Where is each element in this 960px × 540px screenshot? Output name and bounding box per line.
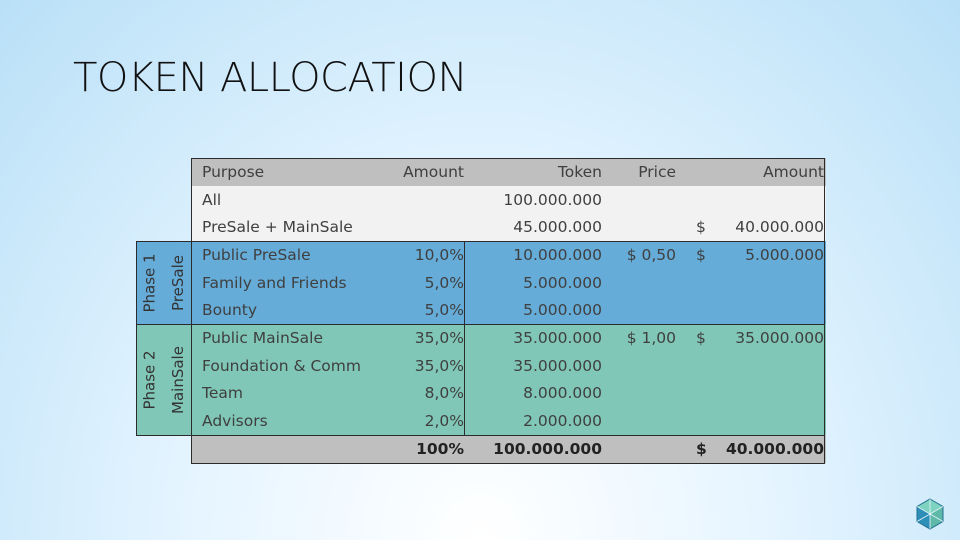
row-purpose: All bbox=[192, 185, 362, 214]
row-price bbox=[604, 351, 684, 380]
row-amount: $5.000.000 bbox=[684, 241, 826, 269]
phase1-sale-label: PreSale bbox=[164, 241, 192, 325]
row-price bbox=[604, 185, 684, 214]
row-token: 35.000.000 bbox=[466, 324, 604, 352]
header-purpose: Purpose bbox=[192, 158, 362, 186]
row-spacer bbox=[136, 213, 192, 241]
phase1-label: Phase 1 bbox=[136, 241, 164, 325]
row-percent: 10,0% bbox=[362, 241, 466, 269]
row-purpose: Foundation & Community bbox=[192, 351, 362, 380]
row-price: $ 1,00 bbox=[604, 324, 684, 352]
header-price: Price bbox=[604, 158, 684, 186]
currency-symbol: $ bbox=[696, 328, 706, 347]
row-amount bbox=[684, 379, 826, 408]
row-percent bbox=[362, 213, 466, 242]
header-amount: Amount bbox=[684, 158, 826, 186]
row-price bbox=[604, 268, 684, 297]
row-purpose: Family and Friends bbox=[192, 268, 362, 297]
row-price bbox=[604, 379, 684, 408]
row-price: $ 0,50 bbox=[604, 241, 684, 269]
header-spacer bbox=[136, 158, 192, 186]
row-amount bbox=[684, 296, 826, 325]
row-purpose: Bounty bbox=[192, 296, 362, 325]
row-token: 35.000.000 bbox=[466, 351, 604, 380]
percent-column-divider bbox=[464, 241, 465, 436]
total-spacer bbox=[136, 435, 192, 463]
currency-symbol: $ bbox=[696, 245, 706, 264]
currency-symbol: $ bbox=[696, 218, 706, 237]
row-amount bbox=[684, 407, 826, 435]
row-spacer bbox=[136, 186, 192, 214]
amount-value: 35.000.000 bbox=[735, 328, 824, 347]
row-purpose: Advisors bbox=[192, 407, 362, 435]
phase2-label: Phase 2 bbox=[136, 324, 164, 435]
phase2-sale-label: MainSale bbox=[164, 324, 192, 435]
token-allocation-table: Purpose Amount Token Price Amount All 10… bbox=[136, 158, 826, 463]
amount-value: 5.000.000 bbox=[745, 245, 824, 264]
row-percent: 8,0% bbox=[362, 379, 466, 408]
row-percent: 5,0% bbox=[362, 296, 466, 325]
total-amount: $40.000.000 bbox=[684, 434, 826, 463]
row-percent: 2,0% bbox=[362, 407, 466, 435]
row-purpose: Team bbox=[192, 379, 362, 408]
slide-title: TOKEN ALLOCATION bbox=[73, 55, 467, 101]
hexagon-cube-logo-icon bbox=[916, 498, 944, 530]
amount-value: 40.000.000 bbox=[735, 218, 824, 237]
row-price bbox=[604, 213, 684, 242]
total-token: 100.000.000 bbox=[466, 434, 604, 463]
currency-symbol: $ bbox=[696, 439, 707, 458]
row-percent bbox=[362, 185, 466, 214]
row-token: 10.000.000 bbox=[466, 241, 604, 269]
row-token: 5.000.000 bbox=[466, 296, 604, 325]
row-purpose: Public MainSale bbox=[192, 324, 362, 352]
row-purpose: PreSale + MainSale bbox=[192, 213, 362, 242]
row-percent: 5,0% bbox=[362, 268, 466, 297]
total-percent: 100% bbox=[362, 434, 466, 463]
row-token: 2.000.000 bbox=[466, 407, 604, 435]
row-amount: $35.000.000 bbox=[684, 324, 826, 352]
row-token: 45.000.000 bbox=[466, 213, 604, 242]
total-purpose bbox=[192, 434, 362, 463]
row-price bbox=[604, 407, 684, 435]
row-amount bbox=[684, 351, 826, 380]
row-amount bbox=[684, 185, 826, 214]
amount-value: 40.000.000 bbox=[725, 439, 824, 458]
row-token: 100.000.000 bbox=[466, 185, 604, 214]
total-price bbox=[604, 434, 684, 463]
row-amount: $40.000.000 bbox=[684, 213, 826, 242]
row-percent: 35,0% bbox=[362, 351, 466, 380]
row-purpose: Public PreSale bbox=[192, 241, 362, 269]
header-percent: Amount bbox=[362, 158, 466, 186]
row-token: 5.000.000 bbox=[466, 268, 604, 297]
row-price bbox=[604, 296, 684, 325]
row-amount bbox=[684, 268, 826, 297]
row-percent: 35,0% bbox=[362, 324, 466, 352]
header-token: Token bbox=[466, 158, 604, 186]
row-token: 8.000.000 bbox=[466, 379, 604, 408]
